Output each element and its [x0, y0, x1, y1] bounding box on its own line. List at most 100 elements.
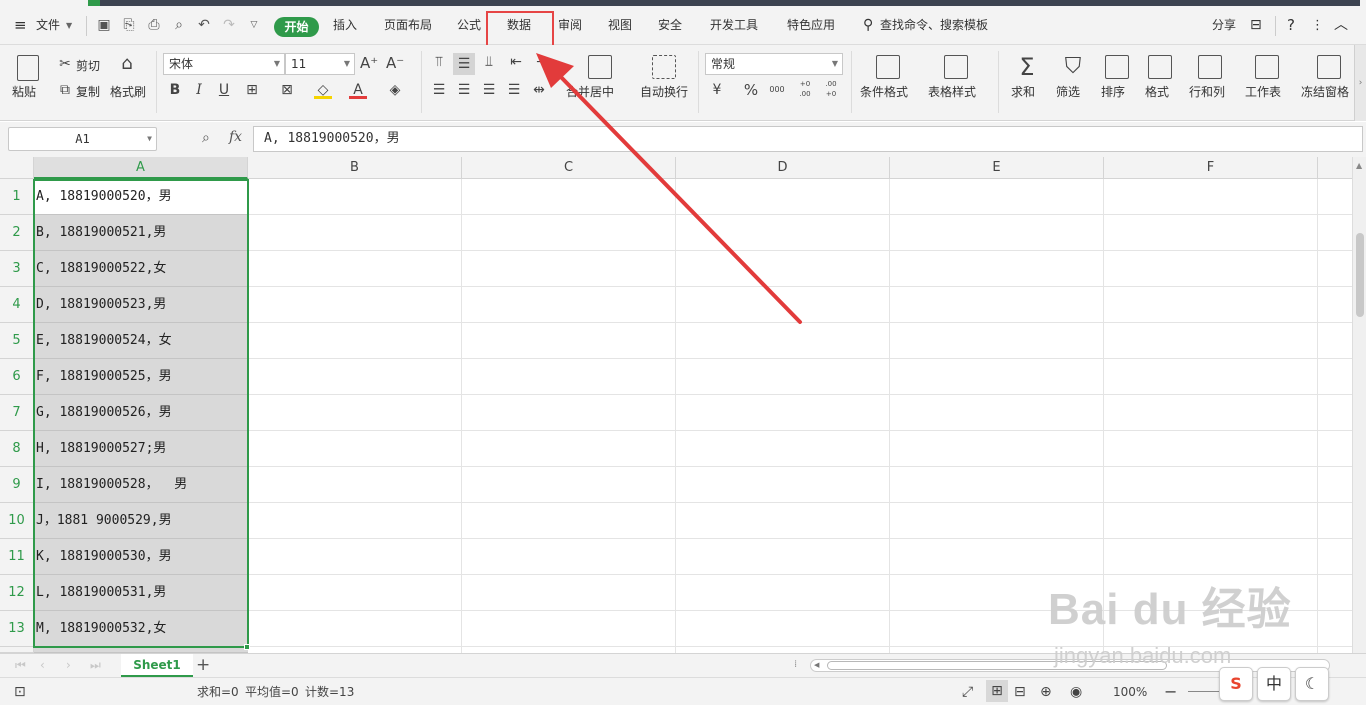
align-center-icon[interactable]: ☰	[455, 81, 473, 99]
scissors-icon[interactable]: ✂	[56, 55, 74, 73]
conditional-format-button[interactable]: 条件格式	[860, 83, 908, 100]
page-view-icon[interactable]: ⊕	[1040, 678, 1052, 706]
cell-a9[interactable]: I, 18819000528， 男	[34, 467, 248, 503]
paste-icon[interactable]	[17, 55, 39, 81]
wrap-text-button[interactable]: 自动换行	[640, 83, 688, 100]
share-button[interactable]: 分享	[1212, 6, 1236, 45]
align-right-icon[interactable]: ☰	[480, 81, 498, 99]
cut-button[interactable]: 剪切	[76, 57, 100, 74]
copy-icon[interactable]: ⧉	[56, 81, 74, 99]
chevron-down-icon[interactable]: ▼	[66, 6, 72, 45]
tab-start[interactable]: 开始	[274, 17, 319, 37]
hamburger-icon[interactable]: ≡	[14, 6, 27, 45]
sogou-logo-icon[interactable]: S	[1219, 667, 1253, 701]
table-style-button[interactable]: 表格样式	[928, 83, 976, 100]
align-middle-icon[interactable]: ☰	[453, 53, 475, 75]
sum-icon[interactable]: Σ	[1014, 53, 1040, 81]
vertical-scrollbar[interactable]: ▲	[1352, 157, 1366, 653]
format-painter-icon[interactable]: ⌂	[118, 55, 136, 73]
tab-view[interactable]: 视图	[608, 6, 632, 45]
fill-pattern-icon[interactable]: ⊠	[278, 81, 296, 99]
horizontal-scroll-thumb[interactable]	[827, 661, 1167, 670]
increase-decimal-icon[interactable]: +0 .00	[794, 79, 816, 98]
percent-icon[interactable]: %	[742, 81, 760, 99]
prev-sheet-icon[interactable]: ‹	[40, 658, 45, 672]
filter-button[interactable]: 筛选	[1056, 83, 1080, 100]
row-col-button[interactable]: 行和列	[1189, 83, 1225, 100]
column-header-e[interactable]: E	[890, 157, 1104, 179]
filter-icon[interactable]: ⛉	[1060, 53, 1086, 81]
freeze-icon[interactable]	[1317, 55, 1341, 79]
cell-name-box[interactable]: A1 ▼	[8, 127, 157, 151]
copy-button[interactable]: 复制	[76, 83, 100, 100]
cell-a6[interactable]: F, 18819000525，男	[34, 359, 248, 395]
comment-icon[interactable]: ⊟	[1250, 6, 1262, 45]
wrap-text-icon[interactable]	[652, 55, 676, 79]
decrease-font-icon[interactable]: A⁻	[386, 54, 404, 72]
merge-center-button[interactable]: 合并居中	[566, 83, 614, 100]
row-header[interactable]: 6	[0, 359, 34, 395]
scroll-up-icon[interactable]: ▲	[1356, 161, 1362, 170]
cell-a13[interactable]: M, 18819000532,女	[34, 611, 248, 647]
file-menu[interactable]: 文件	[36, 6, 60, 45]
increase-font-icon[interactable]: A⁺	[360, 54, 378, 72]
format-button[interactable]: 格式	[1145, 83, 1169, 100]
save-icon[interactable]: ▣	[96, 17, 112, 33]
italic-icon[interactable]: I	[190, 81, 208, 99]
row-header[interactable]: 13	[0, 611, 34, 647]
first-sheet-icon[interactable]: ⏮	[15, 658, 26, 673]
formula-input[interactable]: A, 18819000520，男	[253, 126, 1363, 152]
tab-developer[interactable]: 开发工具	[710, 6, 758, 45]
column-header-c[interactable]: C	[462, 157, 676, 179]
tab-formula[interactable]: 公式	[457, 6, 481, 45]
last-sheet-icon[interactable]: ⏭	[90, 658, 101, 673]
collapse-ribbon-icon[interactable]: ︿	[1334, 6, 1348, 45]
underline-icon[interactable]: U	[215, 81, 233, 99]
freeze-button[interactable]: 冻结窗格	[1301, 83, 1349, 100]
command-search[interactable]: 查找命令、搜索模板	[880, 6, 988, 45]
redo-icon[interactable]: ↷	[221, 17, 237, 33]
zoom-out-icon[interactable]: −	[1164, 678, 1177, 706]
cell-a2[interactable]: B, 18819000521,男	[34, 215, 248, 251]
print-preview-icon[interactable]: ⌕	[171, 17, 187, 33]
decrease-decimal-icon[interactable]: .00 +0	[820, 79, 842, 98]
thousands-icon[interactable]: 000	[768, 81, 786, 99]
row-header[interactable]: 10	[0, 503, 34, 539]
tab-page-layout[interactable]: 页面布局	[384, 6, 432, 45]
number-format-select[interactable]: 常规 ▼	[705, 53, 843, 75]
worksheet-icon[interactable]	[1255, 55, 1279, 79]
row-col-icon[interactable]	[1198, 55, 1222, 79]
zoom-level[interactable]: 100%	[1113, 678, 1147, 706]
row-header[interactable]: 12	[0, 575, 34, 611]
distributed-icon[interactable]: ⇹	[530, 81, 548, 99]
select-all-corner[interactable]	[0, 157, 34, 179]
format-painter-button[interactable]: 格式刷	[110, 83, 146, 100]
row-header[interactable]: 3	[0, 251, 34, 287]
tab-security[interactable]: 安全	[658, 6, 682, 45]
fill-handle[interactable]	[244, 644, 250, 650]
column-header-d[interactable]: D	[676, 157, 890, 179]
indent-decrease-icon[interactable]: ⇤	[507, 53, 525, 71]
row-header[interactable]: 9	[0, 467, 34, 503]
column-header-b[interactable]: B	[248, 157, 462, 179]
cell-a4[interactable]: D, 18819000523,男	[34, 287, 248, 323]
normal-view-icon[interactable]: ⊞	[986, 680, 1008, 702]
sheet-tab-sheet1[interactable]: Sheet1	[121, 654, 193, 677]
clear-format-icon[interactable]: ◈	[386, 81, 404, 99]
export-icon[interactable]: ⎘	[121, 17, 137, 33]
font-size-select[interactable]: 11 ▼	[285, 53, 355, 75]
sort-button[interactable]: 排序	[1101, 83, 1125, 100]
justify-icon[interactable]: ☰	[505, 81, 523, 99]
fx-icon[interactable]: fx	[229, 129, 242, 145]
bold-icon[interactable]: B	[166, 81, 184, 99]
align-bottom-icon[interactable]: ⫫	[480, 53, 498, 71]
fill-color-icon[interactable]: ◇	[314, 81, 332, 99]
tab-review[interactable]: 审阅	[558, 6, 582, 45]
customize-icon[interactable]: ▽	[246, 17, 262, 33]
merge-center-icon[interactable]	[588, 55, 612, 79]
ribbon-scroll-right[interactable]: ›	[1354, 45, 1366, 121]
undo-icon[interactable]: ↶	[196, 17, 212, 33]
cell-a12[interactable]: L, 18819000531,男	[34, 575, 248, 611]
moon-icon[interactable]: ☾	[1295, 667, 1329, 701]
help-icon[interactable]: ?	[1287, 6, 1295, 45]
